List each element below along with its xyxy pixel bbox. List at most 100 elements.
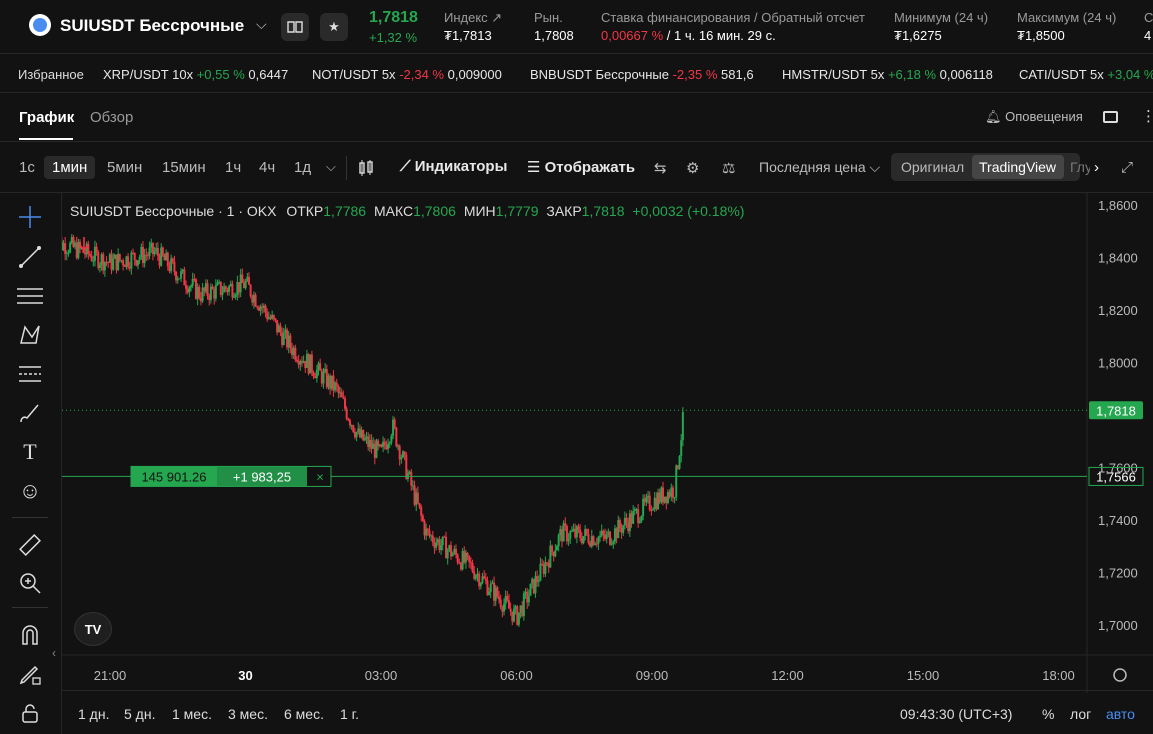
crosshair-icon[interactable] bbox=[16, 203, 44, 231]
tab-overview[interactable]: Обзор bbox=[90, 109, 133, 126]
candle-body bbox=[446, 550, 449, 559]
gear-icon[interactable]: ⚙ bbox=[686, 159, 699, 177]
collapse-icon[interactable]: ‹ bbox=[52, 646, 56, 660]
candle-body bbox=[64, 243, 67, 254]
chevron-down-icon[interactable]: ⌵ bbox=[326, 159, 336, 175]
forecast-icon[interactable] bbox=[16, 360, 44, 388]
lock-icon[interactable] bbox=[16, 699, 44, 727]
candle-body bbox=[599, 535, 602, 538]
pattern-icon[interactable] bbox=[16, 321, 44, 349]
candle-body bbox=[605, 534, 608, 539]
candle-body bbox=[421, 515, 424, 522]
candle-body bbox=[483, 576, 486, 579]
timeframe-4h[interactable]: 4ч bbox=[259, 159, 275, 176]
favorites-label[interactable]: Избранное bbox=[18, 67, 84, 82]
candle-body bbox=[274, 318, 277, 321]
candle-body bbox=[95, 246, 98, 253]
view-depth[interactable]: Глу bbox=[1070, 159, 1090, 175]
view-original[interactable]: Оригинал bbox=[901, 159, 964, 175]
candle-body bbox=[312, 372, 315, 377]
display-button[interactable]: ☰ Отображать bbox=[527, 158, 635, 176]
candle-body bbox=[567, 538, 570, 542]
candle-body bbox=[188, 287, 191, 293]
emoji-icon[interactable]: ☺ bbox=[16, 477, 44, 505]
legend-open-label: ОТКР bbox=[286, 203, 324, 219]
book-icon[interactable] bbox=[281, 13, 309, 41]
expand-icon[interactable]: ⤢ bbox=[1121, 159, 1133, 176]
chart-legend: SUIUSDT Бессрочные · 1 · OKX ОТКР1,7786 … bbox=[70, 203, 744, 219]
trend-line-icon[interactable] bbox=[16, 243, 44, 271]
more-icon[interactable]: ⋮ bbox=[1141, 107, 1153, 125]
price-chart[interactable]: 1,86001,84001,82001,80001,76001,74001,72… bbox=[62, 193, 1153, 693]
timeframe-15m[interactable]: 15мин bbox=[162, 159, 206, 176]
price-type-select[interactable]: Последняя цена ⌵ bbox=[759, 159, 880, 176]
index-label[interactable]: Индекс ↗ bbox=[444, 10, 502, 26]
fav-item-cati[interactable]: CATI/USDT 5x +3,04 % bbox=[1019, 67, 1153, 82]
cut-label: С bbox=[1144, 10, 1153, 25]
timeframe-5m[interactable]: 5мин bbox=[107, 159, 142, 176]
range-6m[interactable]: 6 мес. bbox=[284, 706, 324, 722]
candle-body bbox=[489, 583, 492, 592]
candle-body bbox=[335, 382, 338, 387]
candle-body bbox=[118, 253, 121, 261]
range-5d[interactable]: 5 дн. bbox=[124, 706, 155, 722]
position-price-label: 1,7566 bbox=[1096, 469, 1136, 484]
candle-body bbox=[112, 258, 115, 270]
brush-icon[interactable] bbox=[16, 399, 44, 427]
candle-body bbox=[551, 545, 554, 552]
index-value: ₮1,7813 bbox=[444, 28, 492, 43]
tradingview-logo-icon[interactable]: TV bbox=[74, 612, 112, 646]
candles-icon[interactable] bbox=[357, 159, 375, 181]
timeframe-1d[interactable]: 1д bbox=[294, 159, 311, 176]
candle-body bbox=[418, 503, 421, 507]
timeframe-1s[interactable]: 1с bbox=[19, 159, 35, 176]
candle-body bbox=[178, 278, 181, 280]
candle-body bbox=[673, 497, 676, 499]
fav-item-not[interactable]: NOT/USDT 5x -2,34 % 0,009000 bbox=[312, 67, 502, 82]
star-icon[interactable]: ★ bbox=[320, 13, 348, 41]
candle-body bbox=[527, 595, 530, 603]
horizontal-lines-icon[interactable] bbox=[16, 282, 44, 310]
high-label: Максимум (24 ч) bbox=[1017, 10, 1117, 25]
range-1m[interactable]: 1 мес. bbox=[172, 706, 212, 722]
chevron-right-icon[interactable]: › bbox=[1094, 159, 1099, 176]
y-tick-label: 1,7400 bbox=[1098, 513, 1138, 528]
fav-name: CATI/USDT 5x bbox=[1019, 67, 1104, 82]
candle-body bbox=[618, 519, 621, 529]
scales-icon[interactable]: ⚖ bbox=[722, 159, 735, 177]
range-1y[interactable]: 1 г. bbox=[340, 706, 359, 722]
candle-body bbox=[363, 438, 366, 441]
fav-item-bnb[interactable]: BNBUSDT Бессрочные -2,35 % 581,6 bbox=[530, 67, 754, 82]
price-change: +1,32 % bbox=[369, 30, 418, 45]
chevron-down-icon[interactable]: ⌵ bbox=[256, 16, 267, 33]
text-icon[interactable]: T bbox=[16, 438, 44, 466]
view-tradingview[interactable]: TradingView bbox=[979, 159, 1056, 175]
alerts-button[interactable]: 🔔︎ Оповещения bbox=[985, 109, 1083, 125]
auto-toggle[interactable]: авто bbox=[1106, 706, 1135, 722]
percent-toggle[interactable]: % bbox=[1042, 706, 1054, 722]
zoom-in-icon[interactable] bbox=[16, 569, 44, 597]
magnet-icon[interactable] bbox=[16, 621, 44, 649]
candle-body bbox=[138, 257, 141, 261]
window-icon[interactable] bbox=[1103, 111, 1118, 123]
ruler-icon[interactable] bbox=[16, 531, 44, 559]
candle-body bbox=[337, 386, 340, 393]
candle-body bbox=[133, 252, 136, 260]
candle-body bbox=[233, 296, 236, 298]
fav-item-xrp[interactable]: XRP/USDT 10x +0,55 % 0,6447 bbox=[103, 67, 288, 82]
pencil-lock-icon[interactable] bbox=[16, 660, 44, 688]
list-icon: ☰ bbox=[527, 159, 541, 176]
tab-chart[interactable]: График bbox=[19, 109, 74, 126]
log-toggle[interactable]: лог bbox=[1070, 706, 1091, 722]
fav-item-hmstr[interactable]: HMSTR/USDT 5x +6,18 % 0,006118 bbox=[782, 67, 993, 82]
timeframe-1h[interactable]: 1ч bbox=[225, 159, 241, 176]
replay-icon[interactable]: ⇆ bbox=[654, 159, 667, 177]
clock-timezone[interactable]: 09:43:30 (UTC+3) bbox=[900, 706, 1012, 722]
candle-body bbox=[564, 523, 567, 527]
range-1d[interactable]: 1 дн. bbox=[78, 706, 109, 722]
range-3m[interactable]: 3 мес. bbox=[228, 706, 268, 722]
fav-change: -2,34 % bbox=[399, 67, 444, 82]
timeframe-1m[interactable]: 1мин bbox=[44, 156, 96, 179]
indicators-button[interactable]: ⟋ Индикаторы bbox=[400, 158, 507, 175]
pair-title[interactable]: SUIUSDT Бессрочные bbox=[60, 16, 244, 36]
